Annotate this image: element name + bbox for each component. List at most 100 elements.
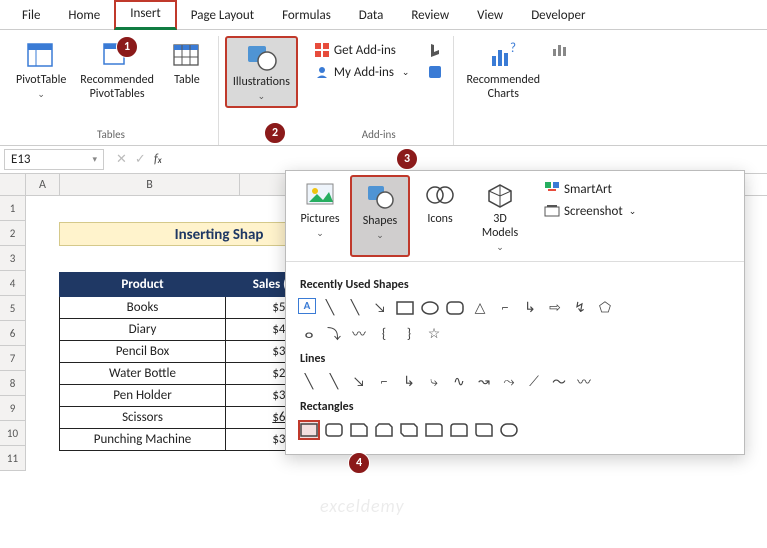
line-shape-icon[interactable]: ╲ [323, 372, 345, 392]
table-button[interactable]: Table [162, 36, 212, 92]
tab-pagelayout[interactable]: Page Layout [177, 4, 268, 29]
smartart-button[interactable]: SmartArt [540, 179, 640, 199]
connector-shape-icon[interactable]: ↯ [569, 298, 591, 318]
rectangles-heading: Rectangles [300, 400, 732, 414]
triangle-shape-icon[interactable]: △ [469, 298, 491, 318]
round-rect-shape-icon[interactable] [498, 420, 520, 440]
connector-shape-icon[interactable]: ⤷ [423, 372, 445, 392]
scribble-shape-icon[interactable]: 〰 [348, 324, 370, 344]
tab-file[interactable]: File [8, 4, 54, 29]
curve-shape-icon[interactable]: ∿ [448, 372, 470, 392]
table-row[interactable]: Books [60, 297, 226, 319]
tab-review[interactable]: Review [397, 4, 463, 29]
rounded-rect-shape-icon[interactable] [444, 298, 466, 318]
row-11[interactable]: 11 [0, 446, 26, 471]
curve-arrow-shape-icon[interactable]: ↝ [473, 372, 495, 392]
connector-shape-icon[interactable]: ↳ [398, 372, 420, 392]
screenshot-button[interactable]: Screenshot⌄ [540, 201, 640, 221]
screenshot-icon [544, 203, 560, 219]
formula-bar[interactable]: ✕ ✓ fx [116, 152, 162, 167]
tab-developer[interactable]: Developer [517, 4, 599, 29]
table-row[interactable]: Diary [60, 319, 226, 341]
star-shape-icon[interactable]: ☆ [423, 324, 445, 344]
snip-rect-shape-icon[interactable] [373, 420, 395, 440]
rectangle-shape-icon[interactable] [394, 298, 416, 318]
round-rect-shape-icon[interactable] [473, 420, 495, 440]
table-row[interactable]: Scissors [60, 407, 226, 429]
row-10[interactable]: 10 [0, 421, 26, 446]
select-all-corner[interactable] [0, 174, 26, 195]
line-shape-icon[interactable]: ╲ [319, 298, 341, 318]
row-7[interactable]: 7 [0, 346, 26, 371]
line-shape-icon[interactable]: ╲ [344, 298, 366, 318]
freeform-shape-icon[interactable]: ⟋ [523, 372, 545, 392]
table-icon [171, 40, 203, 72]
row-6[interactable]: 6 [0, 321, 26, 346]
illustrations-button[interactable]: Illustrations ⌄ [225, 36, 298, 108]
name-box[interactable]: E13▾ [4, 149, 104, 170]
row-9[interactable]: 9 [0, 396, 26, 421]
textbox-shape-icon[interactable]: A [298, 298, 316, 314]
line-arrow-shape-icon[interactable]: ↘ [369, 298, 391, 318]
brace-right-shape-icon[interactable]: } [398, 324, 420, 344]
snip-rect-shape-icon[interactable] [348, 420, 370, 440]
line-arrow-shape-icon[interactable]: ↘ [348, 372, 370, 392]
curve-shape-icon[interactable]: ⤵ [323, 324, 345, 344]
round-rect-shape-icon[interactable] [423, 420, 445, 440]
callout-2: 2 [264, 122, 286, 144]
table-row[interactable]: Water Bottle [60, 363, 226, 385]
table-row[interactable]: Pen Holder [60, 385, 226, 407]
tab-formulas[interactable]: Formulas [268, 4, 345, 29]
row-8[interactable]: 8 [0, 371, 26, 396]
row-4[interactable]: 4 [0, 271, 26, 296]
row-3[interactable]: 3 [0, 246, 26, 271]
tab-data[interactable]: Data [345, 4, 398, 29]
tab-home[interactable]: Home [54, 4, 114, 29]
tab-view[interactable]: View [463, 4, 517, 29]
connector-shape-icon[interactable]: ⌐ [373, 372, 395, 392]
group-addins: Get Add-ins My Add-ins⌄ Add-ins [304, 36, 455, 145]
row-5[interactable]: 5 [0, 296, 26, 321]
pictures-button[interactable]: Pictures⌄ [290, 175, 350, 257]
myaddins-label: My Add-ins [334, 65, 394, 80]
3d-models-button[interactable]: 3D Models⌄ [470, 175, 530, 257]
shapes-button[interactable]: Shapes⌄ [350, 175, 410, 257]
icons-button[interactable]: Icons [410, 175, 470, 257]
smartart-icon [544, 181, 560, 197]
row-2[interactable]: 2 [0, 221, 26, 246]
freeform-shape-icon[interactable]: ⴰ [298, 324, 320, 344]
row-1[interactable]: 1 [0, 196, 26, 221]
visio-button[interactable] [423, 62, 447, 82]
table-row[interactable]: Punching Machine [60, 429, 226, 451]
addins-icon [314, 42, 330, 58]
pictures-label: Pictures [300, 213, 339, 227]
round-rect-shape-icon[interactable] [448, 420, 470, 440]
oval-shape-icon[interactable] [419, 298, 441, 318]
scribble-shape-icon[interactable]: 〜 [548, 372, 570, 392]
chart-more-button[interactable] [548, 40, 572, 60]
callout-3: 3 [396, 148, 418, 170]
line-shape-icon[interactable]: ╲ [298, 372, 320, 392]
snip-rect-shape-icon[interactable] [398, 420, 420, 440]
connector-shape-icon[interactable]: ↳ [519, 298, 541, 318]
connector-shape-icon[interactable]: ⌐ [494, 298, 516, 318]
table-row[interactable]: Pencil Box [60, 341, 226, 363]
group-illustrations: Illustrations ⌄ [219, 36, 304, 145]
pivottable-button[interactable]: PivotTable ⌄ [10, 36, 72, 104]
flowchart-shape-icon[interactable]: ⬠ [594, 298, 616, 318]
my-addins-button[interactable]: My Add-ins⌄ [310, 62, 414, 82]
bing-button[interactable] [423, 40, 447, 60]
rectangle-shape-icon[interactable] [298, 420, 320, 440]
curve-arrow-shape-icon[interactable]: ⤳ [498, 372, 520, 392]
fx-icon: fx [154, 152, 162, 167]
hdr-product[interactable]: Product [60, 273, 226, 297]
col-A[interactable]: A [26, 174, 60, 195]
arrow-shape-icon[interactable]: ⇨ [544, 298, 566, 318]
tab-insert[interactable]: Insert [114, 0, 177, 30]
col-B[interactable]: B [60, 174, 240, 195]
get-addins-button[interactable]: Get Add-ins [310, 40, 414, 60]
recommended-charts-button[interactable]: ? Recommended Charts [460, 36, 546, 106]
scribble-shape-icon[interactable]: 〰 [573, 372, 595, 392]
rounded-rect-shape-icon[interactable] [323, 420, 345, 440]
brace-left-shape-icon[interactable]: { [373, 324, 395, 344]
